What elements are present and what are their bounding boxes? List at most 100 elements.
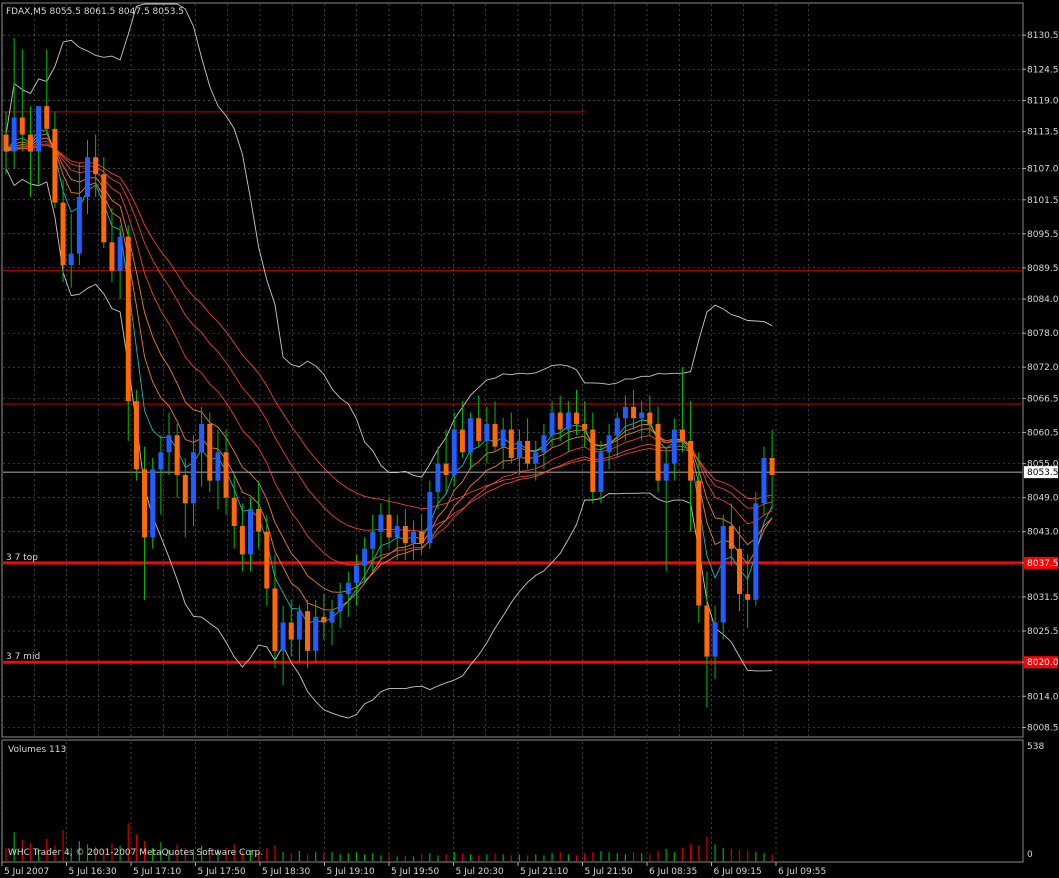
candle-body xyxy=(582,423,588,430)
candle-body xyxy=(52,128,58,203)
y-tick-label: 8060.5 xyxy=(1027,428,1059,438)
candle-body xyxy=(557,412,563,430)
candle-body xyxy=(451,429,457,475)
candle-body xyxy=(492,423,498,447)
y-tick-label: 8124.5 xyxy=(1027,65,1059,75)
candle-body xyxy=(174,435,180,475)
y-tick-label: 8031.5 xyxy=(1027,593,1059,603)
candle-body xyxy=(190,452,196,504)
x-tick-label: 5 Jul 21:10 xyxy=(520,867,569,877)
candle-body xyxy=(500,429,506,447)
candle-body xyxy=(525,440,531,464)
candle-body xyxy=(737,548,742,595)
candle-body xyxy=(565,412,571,430)
candle-body xyxy=(27,134,33,152)
y-tick-label: 8008.5 xyxy=(1027,723,1059,733)
candle-body xyxy=(150,469,156,538)
candle-body xyxy=(411,531,416,544)
candle-body xyxy=(549,412,555,436)
y-tick-label: 8078.0 xyxy=(1027,329,1059,339)
candle-body xyxy=(305,611,311,651)
candle-body xyxy=(101,174,107,243)
candle-body xyxy=(272,588,278,651)
candle-body xyxy=(125,236,131,402)
candle-body xyxy=(541,435,547,453)
candle-body xyxy=(182,474,188,504)
x-tick-label: 6 Jul 09:15 xyxy=(714,867,762,877)
candle-body xyxy=(639,412,645,419)
candle-body xyxy=(696,480,702,606)
y-tick-label: 8089.5 xyxy=(1027,264,1059,274)
candle-body xyxy=(647,412,653,424)
symbol-header: FDAX,M5 8055.5 8061.5 8047.5 8053.5 xyxy=(6,7,184,17)
candle-body xyxy=(516,440,522,458)
candle-body xyxy=(435,463,441,492)
current-price-label: 8053.5 xyxy=(1027,468,1059,478)
y-tick-label: 8043.0 xyxy=(1027,528,1059,538)
candle-body xyxy=(345,582,351,595)
candle-body xyxy=(443,463,449,475)
candle-body xyxy=(386,514,392,538)
candle-body xyxy=(11,117,17,152)
candle-body xyxy=(239,526,245,555)
level-label: 3 7 mid xyxy=(6,652,40,662)
candle-body xyxy=(508,429,514,458)
candle-body xyxy=(142,469,148,538)
candle-body xyxy=(370,531,376,549)
x-tick-label: 6 Jul 09:55 xyxy=(778,867,826,877)
candle-body xyxy=(704,605,710,657)
candle-body xyxy=(296,611,302,640)
candle-body xyxy=(459,429,465,453)
candle-body xyxy=(663,463,669,481)
candle-body xyxy=(745,594,751,600)
candle-body xyxy=(468,418,474,453)
candle-body xyxy=(533,452,539,464)
copyright-text: WHC Trader 4, © 2001-2007 MetaQuotes Sof… xyxy=(8,848,263,858)
candle-body xyxy=(36,106,42,152)
x-tick-label: 5 Jul 16:30 xyxy=(69,867,118,877)
y-tick-label: 8095.5 xyxy=(1027,230,1059,240)
level-label: 3 7 top xyxy=(6,553,38,563)
candle-body xyxy=(166,435,172,453)
candle-body xyxy=(761,457,767,504)
candle-body xyxy=(419,531,425,544)
x-tick-label: 5 Jul 21:50 xyxy=(585,867,634,877)
chart-canvas[interactable]: 3 7 top 3 7 mid 8130.5 8124.5 8119.0 8113.5 8… xyxy=(0,0,1059,878)
x-tick-label: 5 Jul 2007 xyxy=(4,867,49,877)
x-tick-label: 6 Jul 08:35 xyxy=(649,867,697,877)
candle-body xyxy=(712,622,718,657)
candle-body xyxy=(19,117,25,135)
candle-body xyxy=(85,157,90,197)
candle-body xyxy=(590,429,596,492)
candle-body xyxy=(313,616,319,651)
candle-body xyxy=(207,423,213,481)
x-tick-label: 5 Jul 18:30 xyxy=(262,867,311,877)
x-tick-label: 5 Jul 17:10 xyxy=(133,867,182,877)
candle[interactable] xyxy=(133,389,139,481)
y-tick-label: 8025.5 xyxy=(1027,627,1059,637)
candle-body xyxy=(215,452,221,481)
candle-body xyxy=(598,452,604,492)
y-tick-label: 8101.5 xyxy=(1027,196,1059,206)
y-tick-label: 8130.5 xyxy=(1027,31,1059,41)
candle-body xyxy=(769,457,775,475)
candle-body xyxy=(631,406,637,419)
candle-body xyxy=(93,157,99,175)
candle-body xyxy=(199,423,205,453)
candle-body xyxy=(44,106,50,129)
candle[interactable] xyxy=(207,412,213,492)
candle[interactable] xyxy=(150,457,156,549)
candle[interactable] xyxy=(720,514,726,640)
candle[interactable] xyxy=(753,492,759,606)
candle-body xyxy=(329,611,335,623)
candle-body xyxy=(622,406,628,419)
candle-body xyxy=(109,242,115,271)
candle-body xyxy=(3,134,9,152)
candle-body xyxy=(720,526,726,623)
candle-body xyxy=(574,412,579,424)
y-tick-label: 8084.0 xyxy=(1027,295,1059,305)
level-price-tag-label: 8037.5 xyxy=(1027,559,1059,569)
candle-body xyxy=(394,526,400,538)
candle-body xyxy=(378,514,384,532)
level-price-tag-label: 8020.0 xyxy=(1027,658,1059,668)
